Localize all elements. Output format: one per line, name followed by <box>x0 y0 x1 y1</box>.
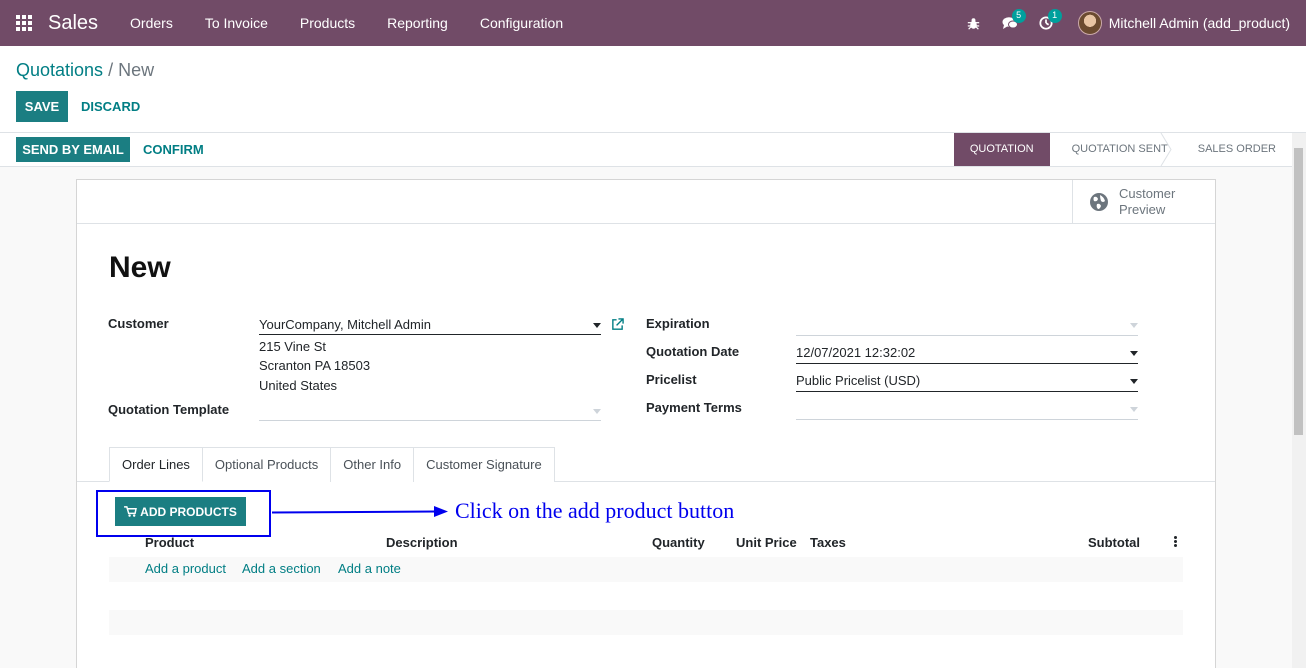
send-by-email-button[interactable]: SEND BY EMAIL <box>16 137 130 162</box>
annotation-text: Click on the add product button <box>455 498 735 523</box>
form-sheet: Customer Preview New Customer YourCompan… <box>76 179 1216 668</box>
pricelist-field[interactable]: Public Pricelist (USD) <box>796 373 920 388</box>
globe-icon <box>1090 193 1108 211</box>
payment-terms-label: Payment Terms <box>646 400 742 415</box>
quotation-template-underline <box>259 420 601 421</box>
scrollbar-thumb[interactable] <box>1294 148 1303 435</box>
column-quantity[interactable]: Quantity <box>652 535 705 550</box>
add-section-link[interactable]: Add a section <box>242 561 321 576</box>
user-menu[interactable]: Mitchell Admin (add_product) <box>1077 11 1290 35</box>
tab-customer-signature[interactable]: Customer Signature <box>413 447 555 482</box>
activities-badge: 1 <box>1047 9 1062 23</box>
systray: 5 1 Mitchell Admin (add_product) <box>956 0 1306 46</box>
customer-dropdown-icon[interactable] <box>593 323 601 328</box>
tab-order-lines[interactable]: Order Lines <box>109 447 203 482</box>
payment-terms-underline <box>796 419 1138 420</box>
menu-products[interactable]: Products <box>284 0 371 46</box>
discard-button[interactable]: DISCARD <box>81 91 140 122</box>
menu-orders[interactable]: Orders <box>114 0 189 46</box>
payment-terms-dropdown-icon[interactable] <box>1130 407 1138 412</box>
pricelist-underline <box>796 391 1138 392</box>
stage-arrow-icon <box>1035 133 1046 166</box>
customer-preview-button[interactable]: Customer Preview <box>1072 180 1215 224</box>
stage-sales-order[interactable]: SALES ORDER <box>1176 133 1292 166</box>
quotation-template-label: Quotation Template <box>108 402 230 417</box>
stage-quotation-sent[interactable]: QUOTATION SENT <box>1050 133 1176 166</box>
address-line-3: United States <box>259 378 338 393</box>
quotation-date-label: Quotation Date <box>646 344 740 359</box>
pricelist-dropdown-icon[interactable] <box>1130 379 1138 384</box>
quotation-date-underline <box>796 363 1138 364</box>
optional-columns-kebab-icon[interactable] <box>1174 536 1178 548</box>
column-product[interactable]: Product <box>145 535 194 550</box>
messages-badge: 5 <box>1011 9 1026 23</box>
avatar <box>1077 11 1102 35</box>
customer-field[interactable]: YourCompany, Mitchell Admin <box>259 317 431 332</box>
expiration-label: Expiration <box>646 316 710 331</box>
column-subtotal[interactable]: Subtotal <box>1088 535 1140 550</box>
table-row <box>109 610 1183 635</box>
breadcrumb: Quotations / New <box>16 60 154 81</box>
stage-selector: QUOTATION QUOTATION SENT SALES ORDER <box>953 133 1292 166</box>
confirm-button[interactable]: CONFIRM <box>143 137 204 162</box>
bug-icon <box>968 17 980 30</box>
apps-grid-icon <box>16 15 32 31</box>
notebook-tabs: Order Lines Optional Products Other Info… <box>109 447 555 482</box>
activities-button[interactable]: 1 <box>1028 0 1064 46</box>
menu-to-invoice[interactable]: To Invoice <box>189 0 284 46</box>
column-unit-price[interactable]: Unit Price <box>736 535 797 550</box>
messages-button[interactable]: 5 <box>992 0 1028 46</box>
tab-optional-products[interactable]: Optional Products <box>201 447 332 482</box>
user-name: Mitchell Admin (add_product) <box>1108 15 1290 31</box>
apps-menu-button[interactable] <box>0 0 48 46</box>
add-note-link[interactable]: Add a note <box>338 561 401 576</box>
customer-field-underline <box>259 334 601 335</box>
record-title: New <box>109 251 171 284</box>
quotation-date-dropdown-icon[interactable] <box>1130 351 1138 356</box>
breadcrumb-separator: / <box>103 60 119 80</box>
quotation-date-field[interactable]: 12/07/2021 12:32:02 <box>796 345 915 360</box>
column-description[interactable]: Description <box>386 535 458 550</box>
app-brand[interactable]: Sales <box>48 12 98 35</box>
menu-reporting[interactable]: Reporting <box>371 0 464 46</box>
address-line-2: Scranton PA 18503 <box>259 358 371 373</box>
arrow-icon <box>272 506 448 517</box>
column-taxes[interactable]: Taxes <box>810 535 846 550</box>
cart-icon <box>124 506 138 517</box>
status-bar: SEND BY EMAIL CONFIRM QUOTATION QUOTATIO… <box>0 133 1292 167</box>
expiration-underline <box>796 335 1138 336</box>
external-link-icon[interactable] <box>611 318 624 331</box>
customer-label: Customer <box>108 316 169 331</box>
address-line-1: 215 Vine St <box>259 339 326 354</box>
add-products-label: ADD PRODUCTS <box>140 504 237 519</box>
debug-button[interactable] <box>956 0 992 46</box>
pricelist-label: Pricelist <box>646 372 697 387</box>
quotation-template-dropdown-icon[interactable] <box>593 409 601 414</box>
breadcrumb-current: New <box>118 60 155 80</box>
breadcrumb-quotations[interactable]: Quotations <box>16 60 103 80</box>
add-product-link[interactable]: Add a product <box>145 561 226 576</box>
expiration-dropdown-icon[interactable] <box>1130 323 1138 328</box>
control-panel: Quotations / New SAVE DISCARD <box>0 46 1306 133</box>
stage-separator-icon <box>1160 133 1172 166</box>
customer-preview-label: Customer Preview <box>1119 186 1176 217</box>
button-box: Customer Preview <box>77 180 1215 224</box>
tab-other-info[interactable]: Other Info <box>330 447 415 482</box>
save-button[interactable]: SAVE <box>16 91 68 122</box>
menu-configuration[interactable]: Configuration <box>464 0 579 46</box>
add-products-button[interactable]: ADD PRODUCTS <box>115 497 246 526</box>
top-navbar: Sales Orders To Invoice Products Reporti… <box>0 0 1306 46</box>
